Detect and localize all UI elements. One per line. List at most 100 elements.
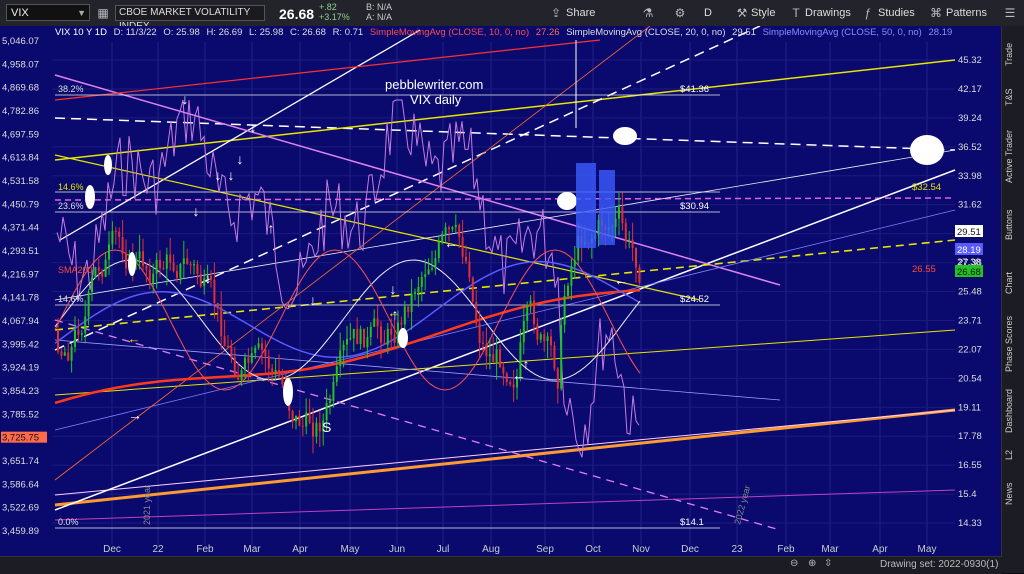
symbol-input[interactable]: VIX ▼ bbox=[6, 4, 90, 21]
candle-body bbox=[291, 410, 294, 422]
candle-body bbox=[250, 353, 253, 363]
studies-button[interactable]: Studies bbox=[878, 4, 915, 22]
sidebar-tab-l2[interactable]: L2 bbox=[1004, 444, 1022, 466]
sma50-label: SimpleMovingAvg (CLOSE, 50, 0, no) bbox=[762, 27, 922, 38]
sidebar-tab-trade[interactable]: Trade bbox=[1004, 34, 1022, 74]
candle-body bbox=[492, 354, 495, 363]
candle-body bbox=[70, 346, 73, 361]
candle-body bbox=[108, 244, 110, 260]
left-axis-label: 3,522.69 bbox=[2, 503, 39, 514]
style-button[interactable]: Style bbox=[751, 4, 775, 22]
right-axis-label: 39.24 bbox=[958, 113, 982, 124]
candle-body bbox=[169, 254, 172, 263]
candle-body bbox=[536, 324, 539, 340]
price-chart[interactable]: ↓↓ ↓↓↓↓↓↑↓↑↓←←↑←→←← Dec 22 Feb Mar Apr May Jun J… bbox=[0, 26, 1002, 556]
candle-body bbox=[359, 328, 362, 345]
candle-body bbox=[512, 384, 515, 388]
candle-body bbox=[390, 328, 393, 335]
x-tick-label: May bbox=[341, 544, 360, 555]
x-tick-label: Oct bbox=[585, 544, 601, 555]
grid-icon[interactable]: ▦ bbox=[95, 5, 111, 21]
candle-body bbox=[114, 230, 117, 232]
patterns-icon[interactable]: ⌘ bbox=[928, 5, 944, 21]
share-button[interactable]: Share bbox=[566, 4, 595, 22]
patterns-button[interactable]: Patterns bbox=[946, 4, 987, 22]
sidebar-tab-phase-scores[interactable]: Phase Scores bbox=[1004, 311, 1022, 376]
sidebar-tab-dashboard[interactable]: Dashboard bbox=[1004, 383, 1022, 438]
marker-ellipse bbox=[398, 328, 408, 348]
x-tick-label: 23 bbox=[731, 544, 743, 555]
candle-body bbox=[142, 251, 144, 266]
right-axis-label: 22.07 bbox=[958, 344, 982, 355]
candle-body bbox=[257, 343, 260, 348]
x-tick-label: 22 bbox=[152, 544, 164, 555]
chevron-down-icon[interactable]: ▼ bbox=[77, 5, 86, 22]
sidebar-tab-news[interactable]: News bbox=[1004, 476, 1022, 511]
flask-icon[interactable]: ⚗ bbox=[640, 5, 656, 21]
chart-header: VIX 10 Y 1D D: 11/3/22 O: 25.98 H: 26.69… bbox=[55, 27, 953, 38]
candle-body bbox=[118, 231, 121, 238]
magenta-dash-lower bbox=[54, 319, 781, 531]
purple-oscillator bbox=[56, 99, 640, 458]
share-icon[interactable]: ⇪ bbox=[548, 5, 564, 21]
left-axis-label: 5,046.07 bbox=[2, 36, 39, 47]
sidebar-tab-active-trader[interactable]: Active Trader bbox=[1004, 121, 1022, 191]
fib-level-label: 0.0% bbox=[58, 517, 79, 527]
drawings-button[interactable]: Drawings bbox=[805, 4, 851, 22]
style-icon[interactable]: ⚒ bbox=[734, 5, 750, 21]
marker-ellipse bbox=[613, 127, 637, 145]
left-axis-label: 4,613.84 bbox=[2, 153, 39, 164]
right-axis-label: 16.55 bbox=[958, 460, 982, 471]
sma10-label: SimpleMovingAvg (CLOSE, 10, 0, no) bbox=[369, 27, 530, 38]
candle-body bbox=[199, 273, 202, 287]
candle-body bbox=[63, 352, 66, 356]
candle-body bbox=[485, 343, 488, 357]
last-price: 26.68 bbox=[279, 6, 315, 22]
studies-icon[interactable]: ƒ bbox=[860, 5, 876, 21]
candle-body bbox=[400, 322, 403, 325]
candle-body bbox=[165, 254, 168, 269]
candle-body bbox=[522, 320, 525, 343]
x-tick-label: Sep bbox=[536, 544, 554, 555]
candle-body bbox=[125, 253, 127, 269]
drawing-set-label[interactable]: Drawing set: 2022-0930(1) bbox=[880, 559, 998, 570]
fib-level-label: 14.6% bbox=[58, 182, 84, 192]
menu-icon[interactable]: ☰ bbox=[1002, 5, 1018, 21]
candle-body bbox=[546, 336, 549, 342]
arrow-marker: ↓ bbox=[250, 119, 257, 135]
right-axis-label: 33.98 bbox=[958, 171, 982, 182]
gear-icon[interactable]: ⚙ bbox=[672, 5, 688, 21]
candle-body bbox=[424, 274, 427, 277]
candle-body bbox=[104, 259, 107, 277]
top-toolbar: VIX ▼ ▦ CBOE MARKET VOLATILITY INDEX 26.6… bbox=[0, 0, 1024, 32]
candle-body bbox=[193, 264, 195, 266]
candle-body bbox=[318, 422, 321, 432]
sidebar-tab-t-s[interactable]: T&S bbox=[1004, 78, 1022, 116]
drawings-icon[interactable]: T bbox=[788, 5, 804, 21]
marker-ellipse bbox=[104, 155, 112, 175]
candle-body bbox=[240, 370, 243, 381]
left-axis-label: 3,459.89 bbox=[2, 526, 39, 537]
chart-area[interactable]: ↓ ↓ ↓ ↓ ↓ ↓ ↓ ↑ ↓ ↑ ↓ ← ← ↑ ← → ← ← Dec 22 Feb Mar Apr May Jun J… bbox=[0, 26, 1002, 556]
left-axis-label: 4,141.78 bbox=[2, 293, 39, 304]
zoom-out-icon[interactable]: ⊖ bbox=[790, 558, 798, 569]
candle-body bbox=[223, 336, 226, 347]
candle-body bbox=[80, 333, 83, 335]
pan-icon[interactable]: ⇳ bbox=[824, 558, 832, 569]
candle-body bbox=[101, 270, 104, 277]
price-label-2: 26.55 bbox=[912, 264, 936, 275]
right-axis-label: 42.17 bbox=[958, 84, 982, 95]
candle-body bbox=[227, 346, 229, 348]
x-tick-label: Aug bbox=[482, 544, 500, 555]
x-tick-label: Mar bbox=[821, 544, 839, 555]
candle-body bbox=[298, 415, 301, 426]
sidebar-tab-chart[interactable]: Chart bbox=[1004, 263, 1022, 303]
left-axis-label: 4,067.94 bbox=[2, 316, 39, 327]
period-button[interactable]: D bbox=[704, 4, 712, 22]
candle-body bbox=[97, 267, 100, 271]
candle-body bbox=[427, 269, 430, 275]
sidebar-tab-buttons[interactable]: Buttons bbox=[1004, 196, 1022, 254]
left-axis-label: 3,725.75 bbox=[2, 433, 39, 444]
zoom-in-icon[interactable]: ⊕ bbox=[808, 558, 816, 569]
candle-body bbox=[499, 349, 501, 368]
